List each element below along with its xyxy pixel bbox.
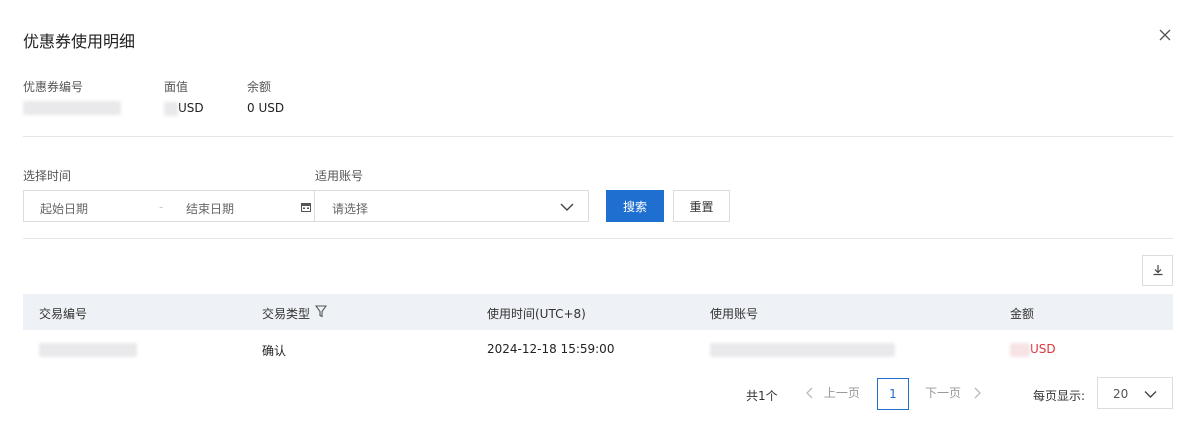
account-select[interactable]: 请选择 [315,190,589,222]
total-count: 共1个 [746,389,778,403]
calendar-icon[interactable] [301,201,311,215]
account-label: 适用账号 [315,169,364,183]
chevron-left-icon [806,387,813,399]
account-select-placeholder: 请选择 [332,202,369,216]
amount: USD [1010,342,1056,357]
divider [23,136,1173,137]
filter-icon[interactable] [314,305,328,321]
page-size-label: 每页显示: [1033,389,1086,403]
column-header: 使用账号 [710,307,759,321]
column-header: 使用时间(UTC+8) [487,307,586,321]
face-value: USD [164,101,204,116]
face-value-label: 面值 [164,80,189,94]
column-header: 交易类型 [262,307,311,321]
time-label: 选择时间 [23,169,72,183]
prev-page-label: 上一页 [823,386,860,400]
chevron-down-icon [1144,388,1157,402]
chevron-down-icon [560,201,574,215]
prev-page-button[interactable]: 上一页 [806,386,860,403]
download-button[interactable] [1142,255,1173,286]
end-date-input[interactable]: 结束日期 [186,200,234,217]
start-date-input[interactable]: 起始日期 [40,200,88,217]
usage-time: 2024-12-18 15:59:00 [487,342,615,356]
reset-button[interactable]: 重置 [673,190,730,222]
search-button[interactable]: 搜索 [606,190,664,222]
table-header: 交易编号 交易类型 使用时间(UTC+8) 使用账号 金额 [23,294,1173,330]
balance-label: 余额 [247,80,272,94]
transaction-id [39,342,137,357]
table-row: 确认 2024-12-18 15:59:00 USD [23,330,1173,368]
page-size-value: 20 [1113,387,1129,401]
date-separator: - [159,200,164,214]
next-page-label: 下一页 [925,386,962,400]
coupon-id-value [23,100,121,115]
dialog-title: 优惠券使用明细 [23,32,136,51]
chevron-right-icon [974,387,981,399]
transaction-type: 确认 [262,344,287,358]
download-icon [1153,265,1163,276]
close-icon[interactable] [1158,28,1172,42]
column-header: 金额 [1010,307,1035,321]
page-size-select[interactable]: 20 [1097,377,1173,409]
date-range-picker[interactable]: 起始日期 - 结束日期 [23,190,315,222]
column-header: 交易编号 [39,307,88,321]
coupon-id-label: 优惠券编号 [23,80,84,94]
page-number[interactable]: 1 [877,378,909,410]
balance-value: 0 USD [247,101,285,115]
next-page-button[interactable]: 下一页 [925,386,981,403]
divider [23,238,1173,239]
account [710,342,895,357]
